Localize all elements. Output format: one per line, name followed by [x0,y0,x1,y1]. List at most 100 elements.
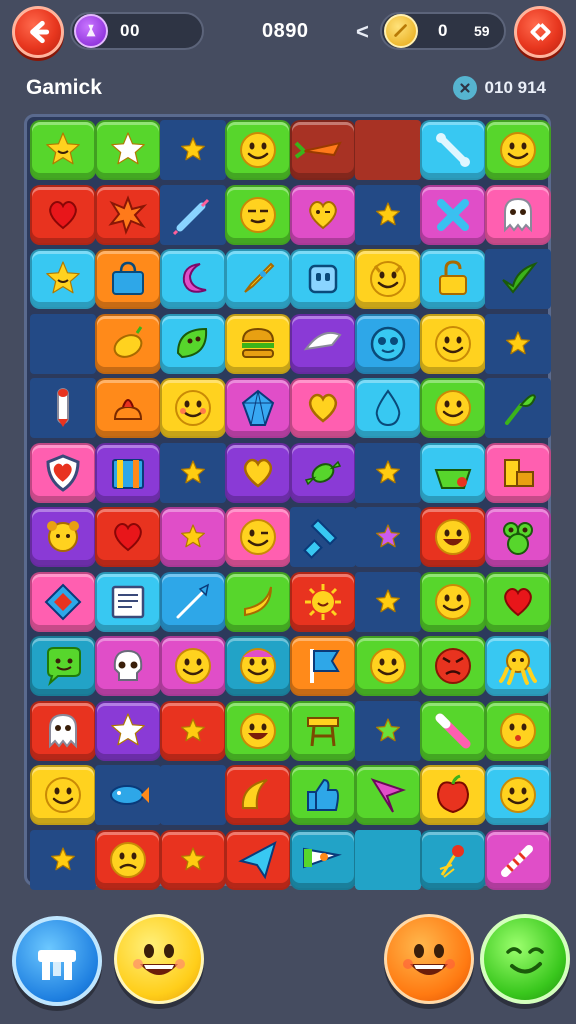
board-tile-r1-c2[interactable] [160,184,226,245]
board-tile-r4-c1[interactable] [95,378,161,438]
board-tile-r6-c1[interactable] [95,507,161,567]
board-tile-r7-c6[interactable] [420,571,486,632]
board-tile-r11-c3[interactable] [225,829,291,890]
board-tile-r11-c7[interactable] [485,829,551,890]
board-tile-r1-c4[interactable] [290,184,356,245]
board-tile-r8-c5[interactable] [355,636,421,696]
board-tile-r0-c6[interactable] [420,120,486,180]
board-tile-r9-c1[interactable] [95,700,161,761]
board-tile-r10-c6[interactable] [420,765,486,825]
board-tile-r9-c7[interactable] [485,700,551,761]
board-tile-r4-c5[interactable] [355,378,421,438]
coin-counter[interactable]: 0 59 [380,12,506,50]
board-tile-r7-c1[interactable] [95,571,161,632]
board-tile-r0-c4[interactable] [290,120,356,180]
board-tile-r2-c1[interactable] [95,249,161,309]
board-tile-r3-c2[interactable] [160,313,226,374]
board-tile-r6-c0[interactable] [30,507,96,567]
chevron-left-icon[interactable]: < [356,19,369,45]
board-tile-r0-c0[interactable] [30,120,96,180]
smirk-face-button[interactable] [480,914,570,1004]
board-tile-r9-c4[interactable] [290,700,356,761]
board-tile-r7-c5[interactable] [355,571,421,632]
board-tile-r11-c2[interactable] [160,829,226,890]
board-tile-r7-c2[interactable] [160,571,226,632]
board-tile-r8-c4[interactable] [290,636,356,696]
board-tile-r11-c6[interactable] [420,829,486,890]
board-tile-r7-c3[interactable] [225,571,291,632]
back-button[interactable] [12,6,64,58]
board-tile-r6-c3[interactable] [225,507,291,567]
board-tile-r1-c6[interactable] [420,184,486,245]
board-tile-r8-c1[interactable] [95,636,161,696]
board-tile-r2-c7[interactable] [485,249,551,309]
laughing-face-button[interactable] [384,914,474,1004]
board-tile-r11-c4[interactable] [290,829,356,890]
board-tile-r2-c5[interactable] [355,249,421,309]
board-tile-r4-c0[interactable] [30,378,96,438]
potion-counter[interactable]: 00 [70,12,204,50]
board-tile-r2-c2[interactable] [160,249,226,309]
board-tile-r9-c2[interactable] [160,700,226,761]
board-tile-r0-c3[interactable] [225,120,291,180]
board-tile-r2-c0[interactable] [30,249,96,309]
board-tile-r10-c3[interactable] [225,765,291,825]
board-tile-r5-c2[interactable] [160,442,226,503]
board-tile-r0-c7[interactable] [485,120,551,180]
board-tile-r2-c4[interactable] [290,249,356,309]
board-tile-r3-c7[interactable] [485,313,551,374]
close-icon[interactable] [452,76,477,100]
board-tile-r1-c7[interactable] [485,184,551,245]
board-tile-r10-c4[interactable] [290,765,356,825]
board-tile-r4-c2[interactable] [160,378,226,438]
board-tile-r0-c5[interactable] [355,120,421,180]
board-tile-r3-c4[interactable] [290,313,356,374]
board-tile-r7-c4[interactable] [290,571,356,632]
board-tile-r6-c6[interactable] [420,507,486,567]
board-tile-r11-c1[interactable] [95,829,161,890]
board-tile-r4-c7[interactable] [485,378,551,438]
board-tile-r10-c2[interactable] [160,765,226,825]
board-tile-r5-c1[interactable] [95,442,161,503]
board-tile-r8-c6[interactable] [420,636,486,696]
board-tile-r6-c5[interactable] [355,507,421,567]
board-tile-r5-c0[interactable] [30,442,96,503]
board-tile-r3-c5[interactable] [355,313,421,374]
board-tile-r4-c6[interactable] [420,378,486,438]
board-tile-r1-c0[interactable] [30,184,96,245]
board-tile-r5-c4[interactable] [290,442,356,503]
board-tile-r0-c2[interactable] [160,120,226,180]
board-tile-r9-c5[interactable] [355,700,421,761]
board-tile-r10-c1[interactable] [95,765,161,825]
board-tile-r3-c3[interactable] [225,313,291,374]
board-tile-r6-c7[interactable] [485,507,551,567]
board-tile-r3-c6[interactable] [420,313,486,374]
board-tile-r11-c0[interactable] [30,829,96,890]
skip-button[interactable] [514,6,566,58]
board-tile-r10-c0[interactable] [30,765,96,825]
board-tile-r10-c7[interactable] [485,765,551,825]
board-tile-r3-c1[interactable] [95,313,161,374]
board-tile-r7-c7[interactable] [485,571,551,632]
board-tile-r4-c4[interactable] [290,378,356,438]
board-tile-r2-c3[interactable] [225,249,291,309]
board-tile-r3-c0[interactable] [30,313,96,374]
board-tile-r5-c6[interactable] [420,442,486,503]
board-tile-r1-c1[interactable] [95,184,161,245]
board-tile-r11-c5[interactable] [355,829,421,890]
board-tile-r9-c3[interactable] [225,700,291,761]
board-tile-r5-c3[interactable] [225,442,291,503]
board-tile-r6-c2[interactable] [160,507,226,567]
board-tile-r1-c5[interactable] [355,184,421,245]
board-tile-r5-c7[interactable] [485,442,551,503]
board-tile-r9-c0[interactable] [30,700,96,761]
board-tile-r8-c7[interactable] [485,636,551,696]
board-tile-r10-c5[interactable] [355,765,421,825]
board-tile-r4-c3[interactable] [225,378,291,438]
board-tile-r7-c0[interactable] [30,571,96,632]
board-tile-r2-c6[interactable] [420,249,486,309]
board-tile-r8-c3[interactable] [225,636,291,696]
shop-button[interactable] [12,916,102,1006]
board-tile-r0-c1[interactable] [95,120,161,180]
board-tile-r1-c3[interactable] [225,184,291,245]
